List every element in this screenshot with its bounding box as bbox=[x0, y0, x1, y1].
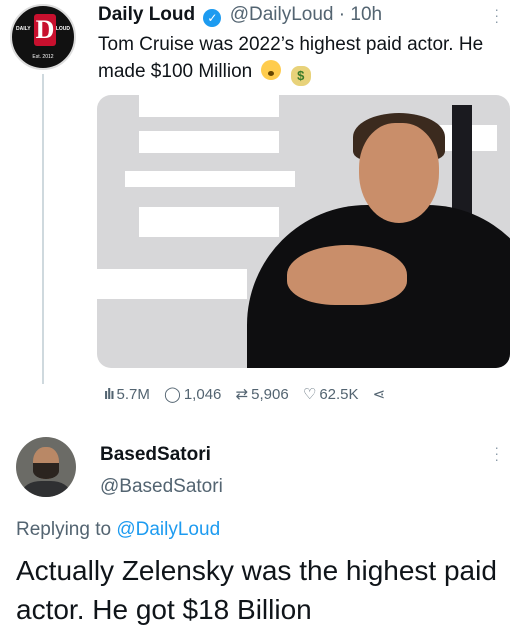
person-head bbox=[359, 123, 439, 223]
views-stat[interactable]: ılı 5.7M bbox=[104, 386, 150, 403]
daily-loud-logo: D bbox=[34, 14, 56, 46]
thread-connector-line bbox=[42, 74, 44, 384]
share-icon: ⋖ bbox=[372, 386, 386, 403]
avatar-left-text: DAILY bbox=[16, 26, 31, 32]
tweet-text: Tom Cruise was 2022’s highest paid actor… bbox=[98, 31, 498, 86]
reply-icon: ◯ bbox=[164, 386, 181, 403]
reply-display-name[interactable]: BasedSatori bbox=[100, 444, 211, 466]
reply-user-handle[interactable]: @BasedSatori bbox=[100, 476, 223, 498]
tweet-timestamp[interactable]: 10h bbox=[350, 4, 382, 25]
heart-icon: ♡ bbox=[302, 386, 317, 403]
reply-stat[interactable]: ◯ 1,046 bbox=[164, 385, 221, 403]
separator-dot: · bbox=[338, 4, 346, 25]
tweet-header: Daily Loud ✓ @DailyLoud · 10h bbox=[98, 4, 382, 27]
tweet-photo[interactable] bbox=[97, 95, 510, 368]
reply-more-options-icon[interactable]: · · · bbox=[494, 440, 499, 466]
avatar-est-text: Est. 2012 bbox=[32, 54, 54, 60]
views-count: 5.7M bbox=[116, 386, 150, 403]
money-bag-emoji-icon: $ bbox=[290, 66, 311, 86]
like-stat[interactable]: ♡ 62.5K bbox=[303, 385, 359, 403]
heart-hands bbox=[287, 245, 407, 305]
retweet-icon: ⇄ bbox=[235, 386, 249, 403]
reply-text: Actually Zelensky was the highest paid a… bbox=[16, 555, 497, 625]
shocked-face-emoji-icon bbox=[261, 60, 282, 80]
retweet-count: 5,906 bbox=[251, 386, 289, 403]
more-options-icon[interactable]: · · · bbox=[494, 2, 499, 28]
daily-loud-avatar[interactable]: DAILY LOUD D Est. 2012 bbox=[10, 4, 76, 70]
avatar-right-text: LOUD bbox=[55, 26, 70, 32]
share-stat[interactable]: ⋖ bbox=[373, 385, 389, 403]
based-satori-avatar[interactable] bbox=[16, 437, 76, 497]
replying-prefix: Replying to bbox=[16, 519, 112, 540]
engagement-bar: ılı 5.7M ◯ 1,046 ⇄ 5,906 ♡ 62.5K ⋖ bbox=[104, 385, 398, 403]
display-name[interactable]: Daily Loud bbox=[98, 4, 195, 25]
verified-badge-icon: ✓ bbox=[203, 9, 222, 27]
replying-to-line: Replying to @DailyLoud bbox=[16, 519, 220, 541]
reply-count: 1,046 bbox=[183, 386, 222, 403]
like-count: 62.5K bbox=[319, 386, 359, 403]
retweet-stat[interactable]: ⇄ 5,906 bbox=[236, 385, 289, 403]
user-handle[interactable]: @DailyLoud bbox=[230, 4, 334, 25]
views-bar-icon: ılı bbox=[104, 386, 114, 403]
replying-to-mention[interactable]: @DailyLoud bbox=[116, 519, 220, 540]
